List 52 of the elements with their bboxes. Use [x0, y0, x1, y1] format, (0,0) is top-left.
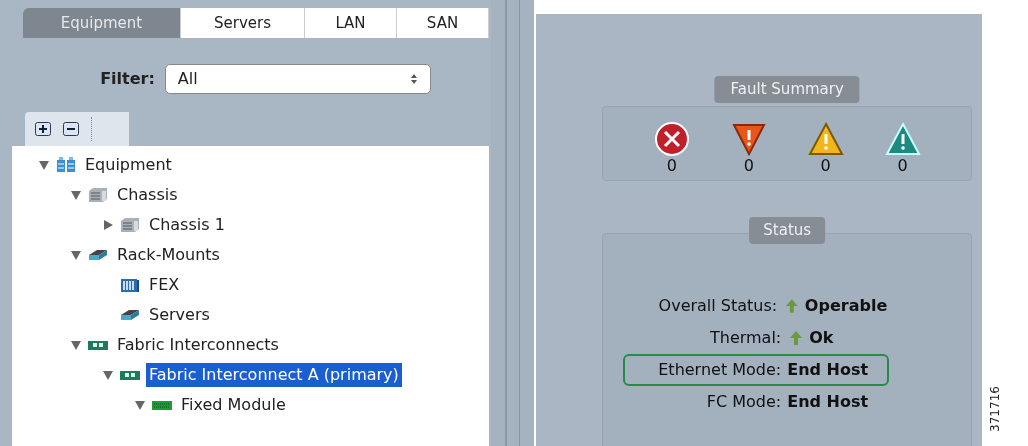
tree-item[interactable]: Rack-Mounts — [114, 243, 223, 267]
server-rack-icon — [56, 157, 76, 173]
collapse-arrow-icon[interactable] — [70, 339, 82, 351]
expand-arrow-icon[interactable] — [102, 219, 114, 231]
tree-item[interactable]: Chassis 1 — [146, 213, 228, 237]
collapse-arrow-icon[interactable] — [70, 249, 82, 261]
figure-number: 371716 — [987, 386, 1004, 432]
plus-icon[interactable] — [35, 122, 51, 136]
status-value: End Host — [787, 359, 869, 382]
collapse-arrow-icon[interactable] — [70, 189, 82, 201]
tab[interactable]: LAN — [305, 8, 397, 38]
status-label: Thermal: — [708, 327, 782, 350]
tree-item[interactable]: FEX — [146, 273, 183, 297]
critical-icon — [653, 121, 690, 157]
section-title: Fault Summary — [714, 76, 860, 103]
tab[interactable]: SAN — [397, 8, 489, 38]
arrow-up-icon — [785, 298, 799, 315]
warning-icon — [884, 121, 921, 157]
status-label: Overall Status: — [657, 295, 778, 318]
server-icon — [88, 247, 108, 263]
tree-item[interactable]: Fixed Module — [178, 393, 289, 417]
tree-item[interactable]: Chassis — [114, 183, 181, 207]
server-icon — [120, 307, 140, 323]
collapse-arrow-icon[interactable] — [38, 159, 50, 171]
status-value: Ok — [809, 327, 834, 350]
chassis-icon — [120, 217, 140, 233]
status-value: End Host — [787, 391, 869, 414]
fault-count: 0 — [820, 157, 831, 175]
status-value: Operable — [804, 295, 888, 318]
tree-item[interactable]: Servers — [146, 303, 213, 327]
tab[interactable]: Servers — [181, 8, 305, 38]
tree-item[interactable]: Fabric Interconnect A (primary) — [146, 363, 402, 387]
stepper-icon — [409, 73, 418, 85]
tree-item[interactable]: Fabric Interconnects — [114, 333, 282, 357]
fault-count: 0 — [666, 157, 677, 175]
filter-dropdown[interactable]: All — [164, 64, 431, 94]
fault-count: 0 — [743, 157, 754, 175]
fault-count: 0 — [897, 157, 908, 175]
warning-triangle-icon — [730, 121, 767, 157]
section-title: Status — [749, 217, 826, 244]
status-label: Ethernet Mode: — [657, 359, 782, 382]
warning-icon — [807, 121, 844, 157]
arrow-up-icon — [789, 330, 804, 347]
minus-icon[interactable] — [63, 122, 79, 136]
filter-label: Filter: — [100, 68, 155, 90]
splitter[interactable] — [491, 0, 535, 446]
status-label: FC Mode: — [705, 391, 782, 414]
collapse-arrow-icon[interactable] — [134, 399, 146, 411]
fex-icon — [120, 277, 140, 293]
chassis-icon — [88, 187, 108, 203]
collapse-arrow-icon[interactable] — [102, 369, 114, 381]
tree-item[interactable]: Equipment — [82, 153, 175, 177]
